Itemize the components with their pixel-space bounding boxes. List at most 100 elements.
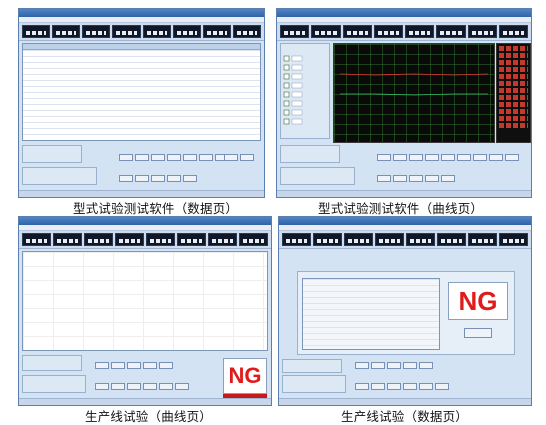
window-title-bar [277, 9, 531, 17]
control-button[interactable] [119, 154, 133, 161]
bottom-button[interactable] [435, 383, 449, 390]
side-button[interactable] [240, 154, 254, 161]
control-button[interactable] [473, 154, 487, 161]
channel-value [499, 53, 528, 58]
control-button[interactable] [143, 362, 157, 369]
confirm-button[interactable] [464, 328, 492, 338]
data-table[interactable] [22, 43, 261, 141]
bottom-buttons [355, 383, 449, 390]
channel-checkbox[interactable] [283, 73, 303, 80]
bottom-button[interactable] [167, 175, 181, 182]
channel-checkbox[interactable] [283, 118, 303, 125]
readout-display [499, 233, 528, 246]
side-button[interactable] [505, 154, 519, 161]
readout-display [467, 25, 497, 38]
control-button[interactable] [403, 362, 417, 369]
control-button[interactable] [371, 362, 385, 369]
bottom-button[interactable] [371, 383, 385, 390]
bottom-button[interactable] [127, 383, 141, 390]
caption-type-test-curve-page: 型式试验测试软件（曲线页） [318, 201, 484, 216]
window-production-data-page: NG [278, 216, 532, 406]
status-bar [19, 398, 271, 405]
bottom-button[interactable] [403, 383, 417, 390]
channel-checkbox[interactable] [283, 109, 303, 116]
bottom-buttons [119, 175, 197, 182]
bottom-button[interactable] [387, 383, 401, 390]
channel-value [499, 88, 528, 93]
side-buttons [489, 154, 519, 161]
bottom-button[interactable] [441, 175, 455, 182]
readout-display [436, 25, 466, 38]
control-buttons [355, 362, 433, 369]
control-button[interactable] [135, 154, 149, 161]
side-button[interactable] [224, 154, 238, 161]
readout-display [172, 25, 201, 38]
readout-display [498, 25, 528, 38]
readout-display [146, 233, 175, 246]
bottom-button[interactable] [135, 175, 149, 182]
channel-value [499, 109, 528, 114]
window-title-bar [19, 9, 264, 17]
channel-checkbox[interactable] [283, 91, 303, 98]
control-button[interactable] [355, 362, 369, 369]
bottom-button[interactable] [355, 383, 369, 390]
channel-checkbox[interactable] [283, 55, 303, 62]
status-bar [277, 190, 531, 197]
control-button[interactable] [425, 154, 439, 161]
bottom-button[interactable] [119, 175, 133, 182]
test-mode-group [22, 355, 82, 371]
channel-checkbox[interactable] [283, 64, 303, 71]
control-button[interactable] [409, 154, 423, 161]
channel-checkbox[interactable] [283, 82, 303, 89]
bottom-buttons [95, 383, 189, 390]
readout-display [311, 25, 341, 38]
curve-settings-panel [280, 43, 330, 139]
control-button[interactable] [419, 362, 433, 369]
bottom-button[interactable] [409, 175, 423, 182]
control-button[interactable] [127, 362, 141, 369]
control-button[interactable] [159, 362, 173, 369]
caption-production-data-page: 生产线试验（数据页） [341, 409, 469, 424]
bottom-button[interactable] [175, 383, 189, 390]
bottom-button[interactable] [419, 383, 433, 390]
bottom-button[interactable] [111, 383, 125, 390]
readout-display [344, 233, 373, 246]
control-button[interactable] [151, 154, 165, 161]
channel-selector-list[interactable] [281, 44, 329, 138]
channel-value-list [496, 43, 531, 143]
bottom-button[interactable] [425, 175, 439, 182]
control-button[interactable] [387, 362, 401, 369]
bottom-button[interactable] [183, 175, 197, 182]
control-button[interactable] [441, 154, 455, 161]
result-indicator: NG [448, 282, 508, 320]
control-button[interactable] [393, 154, 407, 161]
readout-display [282, 233, 311, 246]
bottom-button[interactable] [159, 383, 173, 390]
sample-info-group [22, 167, 97, 185]
caption-type-test-data-page: 型式试验测试软件（数据页） [73, 201, 239, 216]
bottom-button[interactable] [151, 175, 165, 182]
bottom-button[interactable] [143, 383, 157, 390]
bottom-button[interactable] [393, 175, 407, 182]
curve-plot-area [22, 251, 268, 351]
channel-checkbox[interactable] [283, 100, 303, 107]
control-button[interactable] [457, 154, 471, 161]
readout-display [52, 25, 81, 38]
channel-value [499, 46, 528, 51]
result-text: NG [228, 363, 262, 388]
bottom-button[interactable] [377, 175, 391, 182]
control-button[interactable] [111, 362, 125, 369]
readout-display [239, 233, 268, 246]
meter-readout-row [19, 231, 271, 249]
readout-display [53, 233, 82, 246]
readout-display [82, 25, 111, 38]
control-button[interactable] [183, 154, 197, 161]
control-button[interactable] [95, 362, 109, 369]
control-button[interactable] [377, 154, 391, 161]
bottom-button[interactable] [95, 383, 109, 390]
control-button[interactable] [199, 154, 213, 161]
control-button[interactable] [167, 154, 181, 161]
window-title-bar [279, 217, 531, 225]
side-button[interactable] [489, 154, 503, 161]
test-mode-group [282, 359, 342, 373]
